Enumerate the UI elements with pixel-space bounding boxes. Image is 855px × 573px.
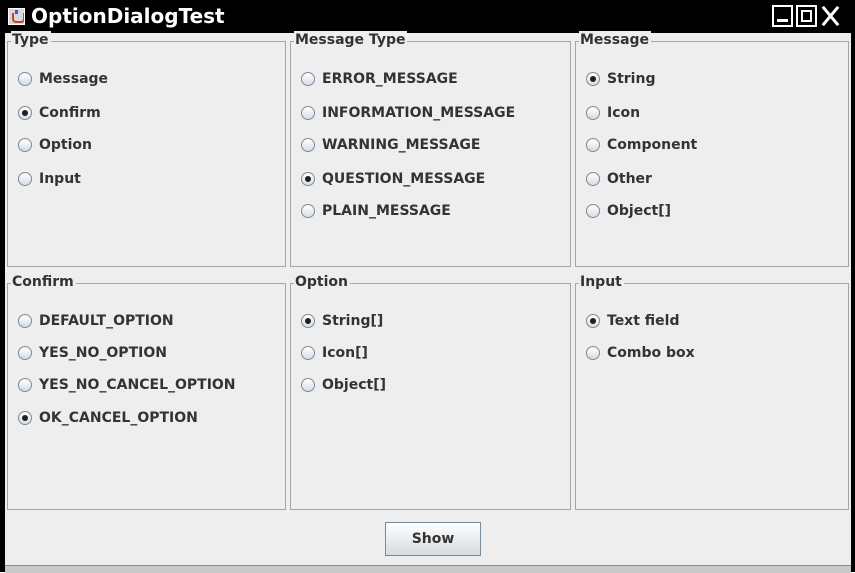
radio-button-icon[interactable] — [18, 172, 32, 186]
message-radio-component[interactable]: Component — [586, 135, 697, 155]
message-type-panel: Message Type ERROR_MESSAGE INFORMATION_M… — [290, 31, 571, 267]
type-radio-message[interactable]: Message — [18, 69, 108, 89]
radio-button-icon[interactable] — [301, 378, 315, 392]
java-app-icon[interactable] — [8, 8, 25, 25]
radio-button-icon[interactable] — [586, 314, 600, 328]
type-radio-input[interactable]: Input — [18, 169, 81, 189]
option-radio-icon-array[interactable]: Icon[] — [301, 343, 368, 363]
radio-button-icon[interactable] — [301, 138, 315, 152]
title-bar[interactable]: OptionDialogTest — [0, 0, 855, 33]
confirm-panel: Confirm DEFAULT_OPTION YES_NO_OPTION YES… — [7, 273, 286, 510]
radio-button-icon[interactable] — [586, 172, 600, 186]
panel-legend: Type — [11, 31, 51, 49]
message-radio-object-array[interactable]: Object[] — [586, 201, 671, 221]
radio-button-icon[interactable] — [18, 72, 32, 86]
radio-button-icon[interactable] — [586, 204, 600, 218]
confirm-radio-yes-no-cancel-option[interactable]: YES_NO_CANCEL_OPTION — [18, 375, 236, 395]
message-type-radio-information[interactable]: INFORMATION_MESSAGE — [301, 103, 515, 123]
message-radio-icon[interactable]: Icon — [586, 103, 640, 123]
message-panel: Message String Icon Component Other Obje… — [575, 31, 849, 267]
radio-button-icon[interactable] — [301, 346, 315, 360]
radio-button-icon[interactable] — [301, 204, 315, 218]
radio-button-icon[interactable] — [586, 346, 600, 360]
confirm-radio-ok-cancel-option[interactable]: OK_CANCEL_OPTION — [18, 408, 198, 428]
message-type-radio-warning[interactable]: WARNING_MESSAGE — [301, 135, 480, 155]
message-type-radio-error[interactable]: ERROR_MESSAGE — [301, 69, 458, 89]
radio-button-icon[interactable] — [301, 314, 315, 328]
radio-button-icon[interactable] — [301, 106, 315, 120]
radio-button-icon[interactable] — [18, 138, 32, 152]
window-title: OptionDialogTest — [31, 4, 225, 28]
minimize-button[interactable] — [772, 5, 793, 27]
show-button[interactable]: Show — [385, 522, 481, 556]
radio-button-icon[interactable] — [18, 314, 32, 328]
option-radio-string-array[interactable]: String[] — [301, 311, 383, 331]
radio-button-icon[interactable] — [18, 378, 32, 392]
input-radio-text-field[interactable]: Text field — [586, 311, 679, 331]
confirm-radio-yes-no-option[interactable]: YES_NO_OPTION — [18, 343, 167, 363]
maximize-button[interactable] — [796, 5, 817, 27]
panel-legend: Input — [579, 273, 624, 291]
radio-button-icon[interactable] — [586, 72, 600, 86]
close-button[interactable] — [820, 5, 841, 27]
radio-button-icon[interactable] — [301, 172, 315, 186]
message-type-radio-question[interactable]: QUESTION_MESSAGE — [301, 169, 485, 189]
radio-button-icon[interactable] — [586, 138, 600, 152]
radio-button-icon[interactable] — [18, 106, 32, 120]
option-panel: Option String[] Icon[] Object[] — [290, 273, 571, 510]
radio-button-icon[interactable] — [586, 106, 600, 120]
panel-legend: Message — [579, 31, 652, 49]
radio-button-icon[interactable] — [18, 346, 32, 360]
dialog-content: Type Message Confirm Option Input Messag… — [5, 31, 851, 573]
radio-button-icon[interactable] — [301, 72, 315, 86]
panel-legend: Option — [294, 273, 350, 291]
application-window: OptionDialogTest Type Message Confirm Op… — [0, 0, 855, 573]
type-radio-option[interactable]: Option — [18, 135, 92, 155]
message-type-radio-plain[interactable]: PLAIN_MESSAGE — [301, 201, 451, 221]
type-panel: Type Message Confirm Option Input — [7, 31, 286, 267]
message-radio-string[interactable]: String — [586, 69, 655, 89]
type-radio-confirm[interactable]: Confirm — [18, 103, 101, 123]
input-panel: Input Text field Combo box — [575, 273, 849, 510]
input-radio-combo-box[interactable]: Combo box — [586, 343, 695, 363]
confirm-radio-default-option[interactable]: DEFAULT_OPTION — [18, 311, 174, 331]
panel-legend: Confirm — [11, 273, 76, 291]
option-radio-object-array[interactable]: Object[] — [301, 375, 386, 395]
message-radio-other[interactable]: Other — [586, 169, 652, 189]
panel-legend: Message Type — [294, 31, 408, 49]
radio-button-icon[interactable] — [18, 411, 32, 425]
